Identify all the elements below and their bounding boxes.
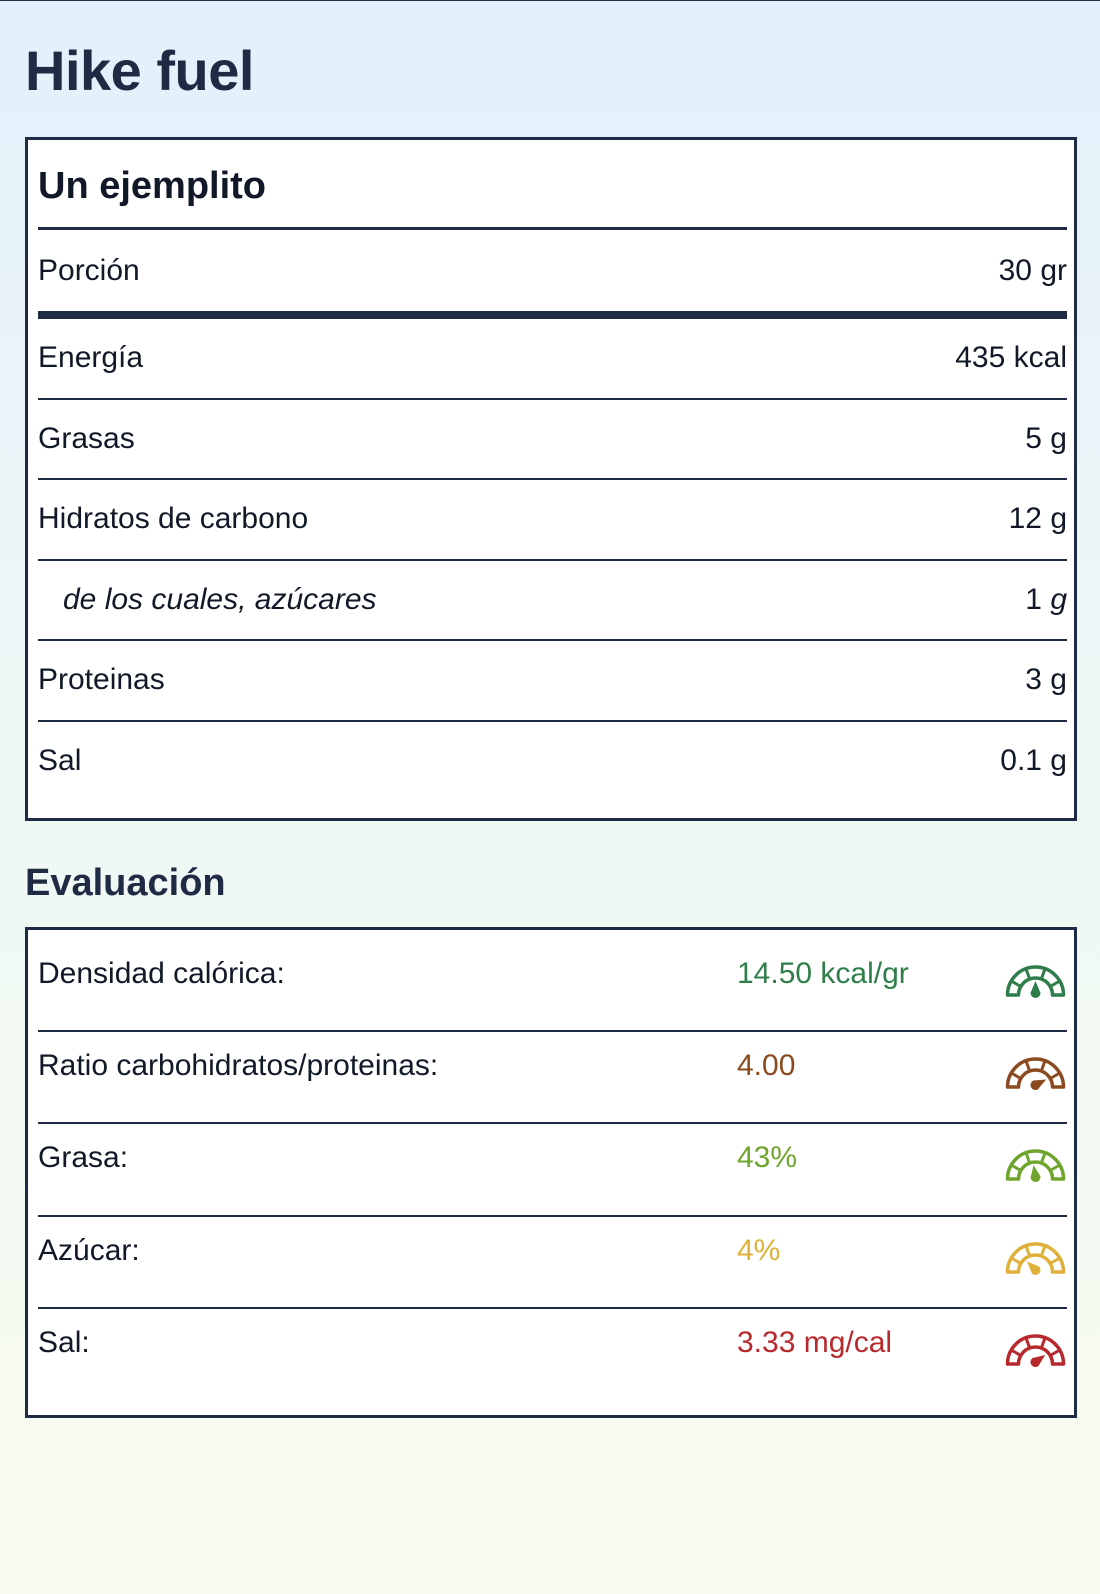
evaluation-label: Ratio carbohidratos/proteinas: [38, 1049, 439, 1082]
nutrient-row-protein: Proteinas 3 g [38, 660, 1067, 700]
gauge-svg [1005, 1334, 1066, 1367]
row-divider [38, 1307, 1067, 1309]
nutrient-label: de los cuales, azúcares [63, 583, 377, 616]
serving-divider [38, 311, 1067, 319]
gauge-separator [1039, 968, 1047, 980]
gauge-separator [1049, 1071, 1061, 1080]
gauge-separator [1010, 1348, 1022, 1357]
row-divider [38, 398, 1067, 400]
product-name: Un ejemplito [38, 165, 267, 207]
evaluation-label: Grasa: [38, 1141, 129, 1174]
evaluation-row-carb-protein-ratio: Ratio carbohidratos/proteinas: 4.00 [38, 1041, 1067, 1091]
nutrient-value: 3 g [1025, 663, 1067, 696]
serving-row: Porción 30 gr [38, 251, 1067, 291]
gauge-separator [1024, 968, 1032, 980]
evaluation-value: 43% [737, 1141, 798, 1174]
gauge-separator [1024, 1337, 1032, 1349]
nutrient-label: Sal [38, 744, 82, 777]
gauge-icon [1004, 1318, 1067, 1368]
gauge-svg [1005, 1057, 1066, 1091]
nutrient-label: Grasas [38, 422, 135, 455]
gauge-separator [1010, 1071, 1022, 1080]
gauge-separator [1049, 1163, 1061, 1172]
gauge-separator [1039, 1152, 1047, 1164]
nutrient-label: Energía [38, 341, 144, 374]
nutrient-label: Hidratos de carbono [38, 502, 309, 535]
evaluation-label: Densidad calórica: [38, 957, 285, 990]
nutrient-row-energy: Energía 435 kcal [38, 338, 1067, 378]
gauge-svg [1005, 1149, 1066, 1183]
gauge-separator [1010, 1163, 1022, 1172]
evaluation-title: Evaluación [25, 862, 226, 904]
gauge-icon [1004, 949, 1067, 999]
gauge-needle [1027, 1261, 1041, 1276]
nutrient-row-fat: Grasas 5 g [38, 419, 1067, 459]
gauge-svg [1005, 1242, 1066, 1276]
page-title: Hike fuel [25, 39, 254, 102]
row-divider [38, 1030, 1067, 1032]
nutrition-card: Un ejemplito Porción 30 gr Energía 435 k… [25, 137, 1077, 821]
gauge-needle [1030, 1079, 1047, 1091]
gauge-needle [1030, 1165, 1041, 1183]
gauge-svg [1005, 965, 1066, 998]
nutrient-value: 0.1 g [1000, 744, 1067, 777]
nutrient-row-carbs: Hidratos de carbono 12 g [38, 499, 1067, 539]
serving-label: Porción [38, 254, 140, 287]
gauge-separator [1024, 1152, 1032, 1164]
evaluation-value: 4.00 [737, 1049, 796, 1082]
gauge-separator [1039, 1337, 1047, 1349]
evaluation-label: Azúcar: [38, 1234, 140, 1267]
row-divider [38, 639, 1067, 641]
evaluation-card: Densidad calórica: 14.50 kcal/gr Ratio c… [25, 927, 1077, 1418]
evaluation-value: 14.50 kcal/gr [737, 957, 909, 990]
gauge-needle [1030, 981, 1041, 998]
title-divider [38, 227, 1067, 230]
gauge-separator [1039, 1245, 1047, 1257]
nutrient-value: 435 kcal [955, 341, 1067, 374]
gauge-separator [1024, 1245, 1032, 1257]
evaluation-row-caloric-density: Densidad calórica: 14.50 kcal/gr [38, 949, 1067, 999]
evaluation-label: Sal: [38, 1326, 90, 1359]
row-divider [38, 720, 1067, 722]
gauge-icon [1004, 1041, 1067, 1091]
evaluation-value: 4% [737, 1234, 781, 1267]
row-divider [38, 559, 1067, 561]
gauge-separator [1049, 979, 1061, 988]
gauge-icon [1004, 1133, 1067, 1183]
gauge-separator [1039, 1060, 1047, 1072]
gauge-icon [1004, 1226, 1067, 1276]
row-divider [38, 478, 1067, 480]
nutrient-row-salt: Sal 0.1 g [38, 741, 1067, 781]
row-divider [38, 1122, 1067, 1124]
gauge-separator [1049, 1348, 1061, 1357]
gauge-separator [1010, 1256, 1022, 1265]
serving-value: 30 gr [998, 254, 1067, 287]
nutrient-value: 1 g [1025, 580, 1067, 620]
gauge-needle [1030, 1354, 1046, 1367]
evaluation-row-fat: Grasa: 43% [38, 1133, 1067, 1183]
gauge-separator [1010, 979, 1022, 988]
nutrient-unit: g [1050, 583, 1067, 616]
nutrient-value: 5 g [1025, 422, 1067, 455]
top-border-line [0, 0, 1100, 1]
evaluation-value: 3.33 mg/cal [737, 1326, 893, 1359]
evaluation-row-sugar: Azúcar: 4% [38, 1226, 1067, 1276]
nutrient-amount: 1 [1025, 583, 1042, 616]
nutrient-row-sugars: de los cuales, azúcares 1 g [38, 580, 1067, 620]
row-divider [38, 1215, 1067, 1217]
nutrient-value: 12 g [1008, 502, 1067, 535]
gauge-separator [1049, 1256, 1061, 1265]
nutrient-label: Proteinas [38, 663, 165, 696]
evaluation-row-salt: Sal: 3.33 mg/cal [38, 1318, 1067, 1368]
gauge-separator [1024, 1060, 1032, 1072]
